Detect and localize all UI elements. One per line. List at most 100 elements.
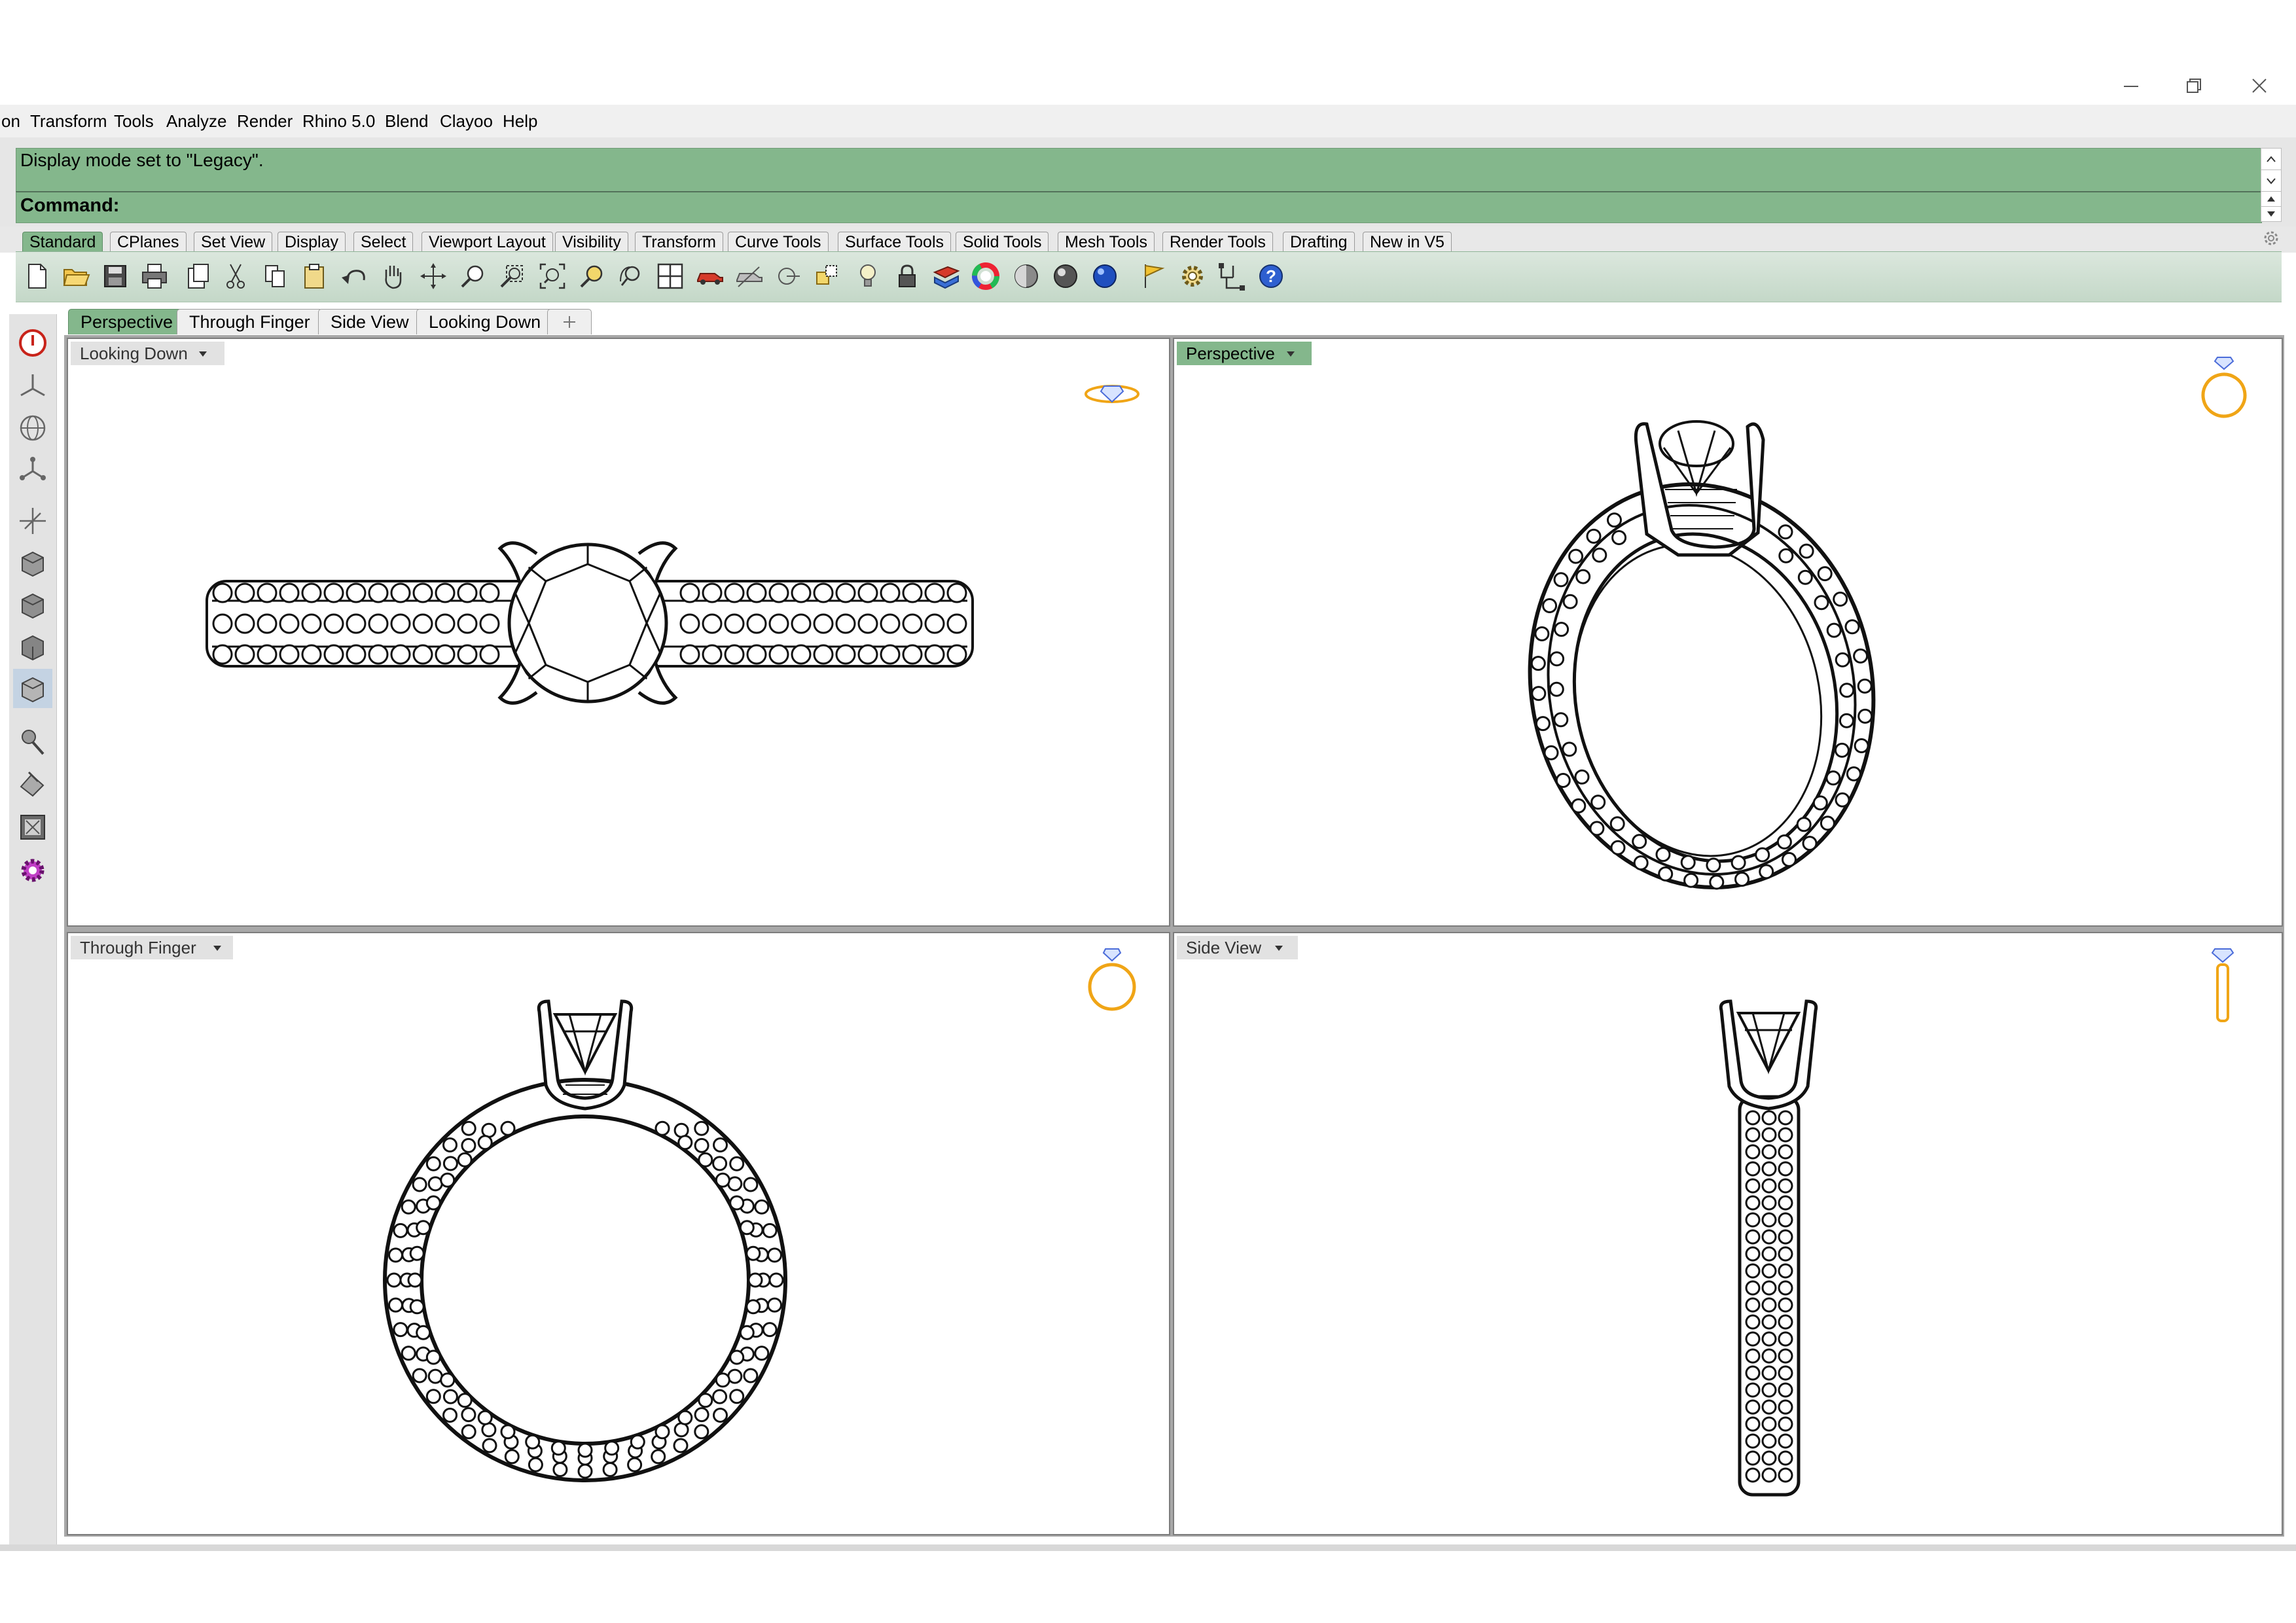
undo-button[interactable] [336,259,370,293]
minimize-button[interactable] [2105,63,2157,109]
rotate-view-button[interactable] [416,259,450,293]
history-scroll-down[interactable] [2261,169,2282,192]
viewport-looking-down[interactable]: Looking Down [67,338,1170,927]
layer-button[interactable] [929,259,963,293]
close-button[interactable] [2233,63,2286,109]
command-line[interactable]: Command: [16,191,2262,223]
tab-drafting[interactable]: Drafting [1283,232,1355,252]
save-button[interactable] [98,259,132,293]
options-button[interactable] [1175,259,1210,293]
tab-solid-tools[interactable]: Solid Tools [956,232,1049,252]
gumball-button[interactable] [13,501,52,541]
car-button[interactable] [692,259,726,293]
four-viewports-button[interactable] [653,259,687,293]
pave-stone [1683,872,1699,888]
history-scroll-up[interactable] [2261,148,2282,170]
plugin-gear-button[interactable] [13,851,52,890]
viewport-tab-perspective[interactable]: Perspective [68,309,186,334]
add-tab-icon [564,316,575,328]
hidden-car-button[interactable] [732,259,766,293]
render-button[interactable] [1088,259,1122,293]
frame-button[interactable] [13,808,52,847]
viewport-menu-button[interactable] [208,936,226,959]
viewport-tab-looking-down[interactable]: Looking Down [416,309,554,334]
toolbar-settings-button[interactable] [2259,226,2283,250]
menu-item-clayoo[interactable]: Clayoo [440,105,493,137]
viewport-tab-side-view[interactable]: Side View [318,309,422,334]
menu-item-help[interactable]: Help [503,105,537,137]
tab-cplanes[interactable]: CPlanes [110,232,187,252]
tab-display[interactable]: Display [278,232,346,252]
tab-set-view[interactable]: Set View [194,232,273,252]
new-file-button[interactable] [20,259,54,293]
undo-view-button[interactable] [614,259,648,293]
grouping-icon [1219,263,1245,291]
menu-item-tools[interactable]: Tools [114,105,154,137]
add-viewport-tab-button[interactable] [547,309,592,334]
rendered-sphere-icon [1054,264,1077,288]
pave-stone [1761,1365,1777,1381]
tab-select[interactable]: Select [353,232,414,252]
viewport-tab-through-finger[interactable]: Through Finger [177,309,323,334]
viewport-menu-button[interactable] [194,342,212,365]
menu-item-blend[interactable]: Blend [385,105,429,137]
cut-button[interactable] [219,259,253,293]
box-view-4-button[interactable] [13,669,52,708]
tab-surface-tools[interactable]: Surface Tools [838,232,952,252]
tab-render-tools[interactable]: Render Tools [1162,232,1273,252]
tab-standard[interactable]: Standard [22,232,103,252]
pan-button[interactable] [376,259,410,293]
pave-stone [702,582,723,603]
rendered-button[interactable] [1049,259,1083,293]
flag-button[interactable] [1136,259,1170,293]
zoom-selected-button[interactable] [575,259,609,293]
print-button[interactable] [137,259,171,293]
record-history-button[interactable] [13,323,52,363]
zoom-window-button[interactable] [495,259,529,293]
command-spin-down[interactable] [2261,206,2282,222]
tab-curve-tools[interactable]: Curve Tools [728,232,829,252]
tab-viewport-layout[interactable]: Viewport Layout [422,232,553,252]
viewport-side-view[interactable]: Side View [1173,932,2283,1535]
menu-item-on[interactable]: on [1,105,20,137]
tab-mesh-tools[interactable]: Mesh Tools [1058,232,1155,252]
pave-stone [1778,1229,1793,1245]
shaded-button[interactable] [1009,259,1043,293]
box-view-2-button[interactable] [13,585,52,624]
restore-button[interactable] [2168,63,2220,109]
viewport-menu-button[interactable] [1270,936,1288,959]
viewport-menu-button[interactable] [1282,342,1300,365]
command-spin-up[interactable] [2261,191,2282,207]
render-brush-button[interactable] [13,722,52,762]
pave-stone [1745,1110,1761,1126]
menu-item-analyze[interactable]: Analyze [166,105,227,137]
tab-transform[interactable]: Transform [635,232,723,252]
paint-button[interactable] [13,764,52,804]
globe-button[interactable] [13,408,52,448]
osnap-button[interactable] [771,259,805,293]
tab-visibility[interactable]: Visibility [555,232,628,252]
zoom-dynamic-button[interactable] [456,259,490,293]
lock-button[interactable] [890,259,924,293]
viewport-through-finger[interactable]: Through Finger [67,932,1170,1535]
pave-stone [1846,766,1861,781]
menu-item-render[interactable]: Render [237,105,293,137]
box-view-1-button[interactable] [13,543,52,582]
axes-button[interactable] [13,366,52,406]
light-button[interactable] [851,259,885,293]
paste-button[interactable] [297,259,331,293]
import-button[interactable] [181,259,215,293]
open-button[interactable] [59,259,93,293]
color-button[interactable] [969,259,1003,293]
grouping-button[interactable] [1215,259,1249,293]
menu-item-rhino5[interactable]: Rhino 5.0 [302,105,375,137]
menu-item-transform[interactable]: Transform [30,105,107,137]
box-view-3-button[interactable] [13,627,52,666]
copy-button[interactable] [258,259,292,293]
tab-new-in-v5[interactable]: New in V5 [1363,232,1452,252]
help-button[interactable]: ? [1254,259,1288,293]
zoom-extents-button[interactable] [535,259,569,293]
viewport-perspective[interactable]: Perspective [1173,338,2283,927]
select-filter-button[interactable] [810,259,844,293]
network-button[interactable] [13,450,52,490]
